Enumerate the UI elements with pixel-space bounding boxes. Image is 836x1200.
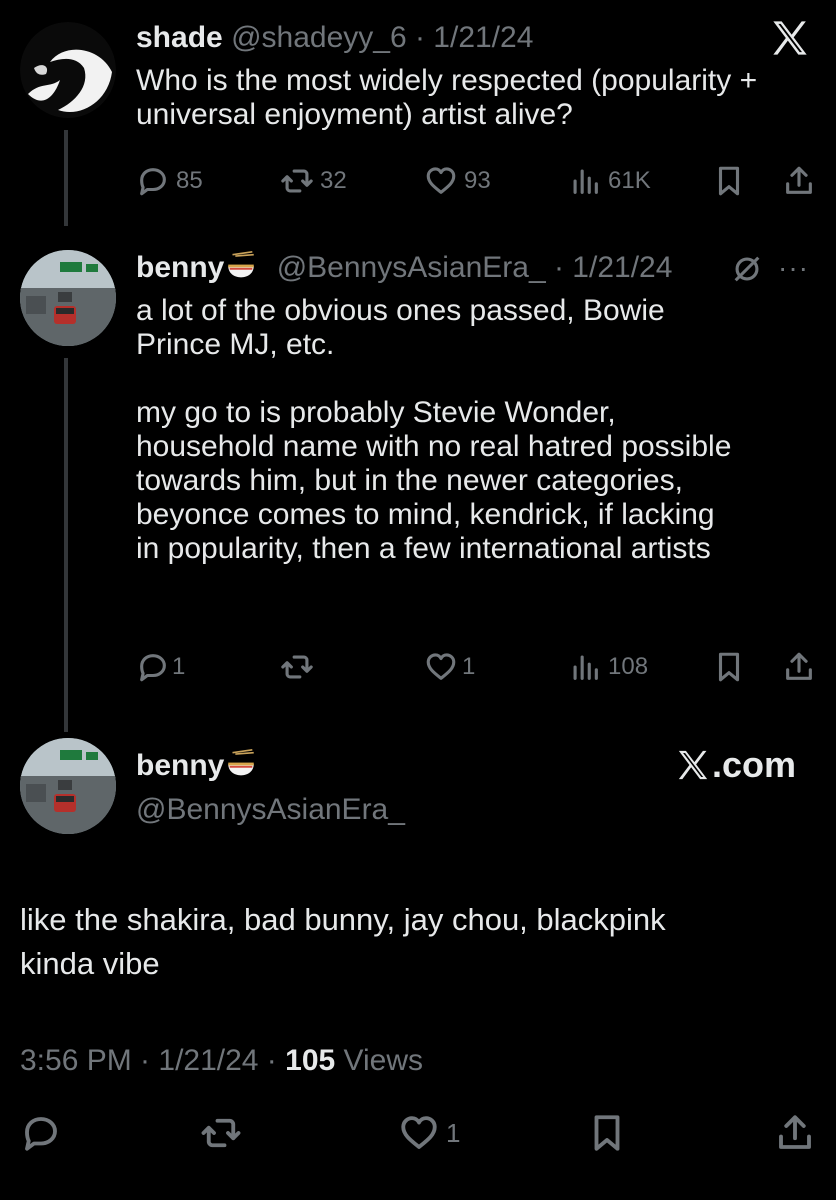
retweet-icon xyxy=(281,655,313,679)
like-icon xyxy=(401,1116,437,1149)
views-label: Views xyxy=(335,1044,424,1077)
reply-button[interactable]: 85 xyxy=(136,164,203,198)
noodle-emoji-icon xyxy=(228,748,255,776)
x-watermark: .com xyxy=(676,744,796,786)
views-count: 108 xyxy=(608,653,649,680)
reply-icon xyxy=(140,168,166,196)
views-count: 61K xyxy=(608,167,651,194)
views-icon xyxy=(573,169,598,194)
views-button[interactable]: 108 xyxy=(568,650,648,684)
like-count: 1 xyxy=(446,1117,461,1148)
bookmark-button[interactable] xyxy=(586,1112,628,1154)
retweet-button[interactable]: 32 xyxy=(280,164,347,198)
tweet1-header: shade @shadeyy_6 · 1/21/24 xyxy=(136,18,533,58)
tweet-date[interactable]: · 1/21/24 xyxy=(415,21,533,54)
bookmark-icon xyxy=(718,166,740,196)
reply-icon xyxy=(25,1117,57,1151)
watermark-text: .com xyxy=(711,744,796,785)
author-name[interactable]: benny xyxy=(136,251,224,284)
share-button[interactable] xyxy=(782,650,816,684)
retweet-count: 32 xyxy=(320,167,347,194)
bookmark-icon xyxy=(718,652,740,682)
x-logo-icon[interactable] xyxy=(770,18,810,58)
reply-count: 85 xyxy=(176,167,203,194)
like-button[interactable]: 93 xyxy=(424,164,491,198)
views-button[interactable]: 61K xyxy=(568,164,651,198)
retweet-button[interactable] xyxy=(280,650,314,684)
views-icon xyxy=(573,655,598,680)
more-icon[interactable]: ··· xyxy=(778,252,809,284)
reply-count: 1 xyxy=(172,653,186,680)
tweet-meta: 3:56 PM · 1/21/24 · 105 Views xyxy=(20,1044,423,1078)
tweet2-text: a lot of the obvious ones passed, Bowie … xyxy=(136,294,732,565)
reply-button[interactable]: 1 xyxy=(136,650,185,684)
views-count: 105 xyxy=(285,1044,336,1077)
benny-avatar[interactable] xyxy=(20,738,116,834)
reply-button[interactable] xyxy=(20,1112,62,1154)
reply-icon xyxy=(140,654,166,682)
bookmark-button[interactable] xyxy=(712,650,746,684)
like-count: 1 xyxy=(462,653,476,680)
retweet-button[interactable] xyxy=(200,1112,242,1154)
share-icon xyxy=(786,652,812,680)
bookmark-button[interactable] xyxy=(712,164,746,198)
tweet-timestamp[interactable]: 3:56 PM · 1/21/24 · xyxy=(20,1044,285,1077)
retweet-icon xyxy=(201,1118,241,1148)
main-author-name-row: benny xyxy=(136,746,258,786)
like-icon xyxy=(426,167,456,194)
author-handle[interactable]: @BennysAsianEra_ xyxy=(136,793,405,826)
x-logo-icon xyxy=(678,750,708,780)
share-button[interactable] xyxy=(782,164,816,198)
main-tweet-text: like the shakira, bad bunny, jay chou, b… xyxy=(20,902,666,981)
author-handle[interactable]: @shadeyy_6 xyxy=(231,21,407,54)
share-icon xyxy=(786,166,812,194)
benny-avatar[interactable] xyxy=(20,250,116,346)
author-name[interactable]: shade xyxy=(136,21,223,54)
retweet-icon xyxy=(281,169,313,193)
noodle-emoji-icon xyxy=(228,250,255,278)
grok-icon[interactable] xyxy=(730,252,764,286)
like-button[interactable]: 1 xyxy=(398,1112,460,1154)
like-icon xyxy=(426,653,456,680)
share-icon xyxy=(779,1115,811,1149)
thread-line xyxy=(64,358,68,732)
share-button[interactable] xyxy=(774,1112,816,1154)
author-handle[interactable]: @BennysAsianEra_ xyxy=(277,251,546,284)
like-count: 93 xyxy=(464,167,491,194)
thread-line xyxy=(64,130,68,226)
author-name[interactable]: benny xyxy=(136,749,224,782)
bookmark-icon xyxy=(594,1115,620,1151)
shade-avatar[interactable] xyxy=(20,22,116,118)
tweet1-text: Who is the most widely respected (popula… xyxy=(136,64,758,131)
tweet2-header: benny @BennysAsianEra_ · 1/21/24 xyxy=(136,248,672,288)
like-button[interactable]: 1 xyxy=(424,650,475,684)
tweet-date[interactable]: · 1/21/24 xyxy=(554,251,672,284)
main-author-handle-row: @BennysAsianEra_ xyxy=(136,790,405,830)
